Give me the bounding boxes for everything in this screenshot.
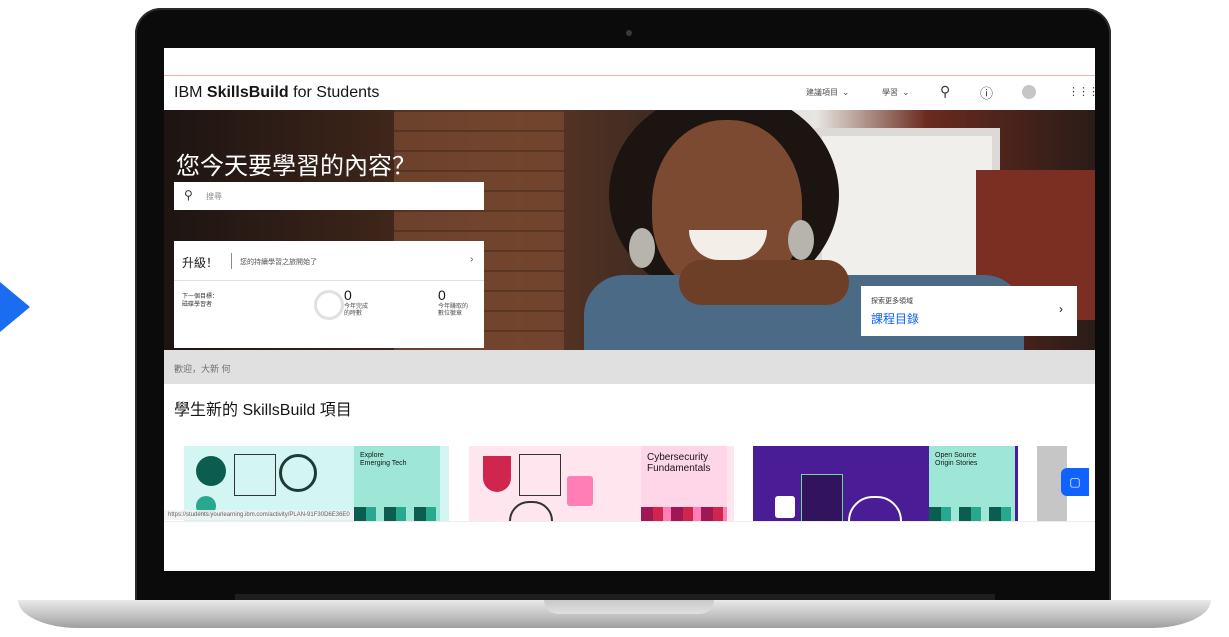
earring-right	[788, 220, 814, 260]
grid-square	[234, 454, 276, 496]
brand-name: SkillsBuild	[206, 84, 289, 101]
shield-icon	[483, 456, 511, 492]
upgrade-card[interactable]: 升級！ 您的持續學習之旅開始了 › 下一個目標： 磁碟學習者 0 今年完成 的時…	[174, 241, 484, 348]
status-bar-url: https://students.yourlearning.ibm.com/ac…	[164, 510, 354, 520]
cover-bars	[354, 507, 440, 521]
browser-screen: IBM SkillsBuild for Students 建議項目 ⌄ 學習 ⌄ ⚲…	[164, 48, 1095, 571]
hero-photo-hands	[679, 260, 849, 305]
pointer-arrow-icon	[0, 282, 30, 332]
brand-prefix: IBM	[174, 84, 203, 101]
laptop-notch	[544, 600, 714, 614]
cover-bars	[929, 507, 1015, 521]
course-tile-cybersecurity[interactable]: Cybersecurity Fundamentals	[469, 446, 734, 521]
cover-bars	[641, 507, 727, 521]
course-tile-open-source[interactable]: Open Source Origin Stories	[753, 446, 1018, 521]
chevron-down-icon: ⌄	[842, 87, 850, 97]
hours-value: 0	[344, 287, 352, 303]
catalog-link[interactable]: 課程目錄	[871, 310, 919, 327]
earring-left	[629, 228, 655, 268]
search-placeholder: 搜尋	[206, 192, 222, 201]
upgrade-subtitle: 您的持續學習之旅開始了	[240, 259, 317, 266]
progress-ring	[314, 290, 344, 320]
chat-icon[interactable]: ▢	[1061, 468, 1089, 496]
help-icon[interactable]: ⓘ	[980, 83, 993, 102]
screen-footer	[164, 521, 1095, 571]
catalog-card[interactable]: 探索更多領域 課程目錄 ›	[861, 286, 1077, 336]
nav-learn[interactable]: 學習 ⌄	[882, 87, 910, 98]
search-icon[interactable]: ⚲	[940, 83, 950, 100]
search-icon: ⚲	[184, 188, 193, 202]
hours-caption: 今年完成 的時數	[344, 304, 369, 317]
server-icon	[801, 474, 843, 521]
app-switcher-icon[interactable]: ⋮⋮⋮	[1068, 85, 1095, 98]
brand-logo[interactable]: IBM SkillsBuild for Students	[174, 84, 379, 102]
course-title: Open Source Origin Stories	[935, 452, 978, 467]
avatar[interactable]	[1022, 85, 1036, 99]
chevron-right-icon: ›	[1059, 302, 1063, 316]
grid-square	[519, 454, 561, 496]
course-cover: Open Source Origin Stories	[929, 446, 1015, 521]
chevron-right-icon[interactable]: ›	[470, 254, 473, 265]
course-cover: Explore Emerging Tech	[354, 446, 440, 521]
search-input[interactable]: ⚲ 搜尋	[174, 182, 484, 210]
next-goal-label: 下一個目標： 磁碟學習者	[182, 294, 219, 308]
globe-icon	[279, 454, 317, 492]
nav-recommended-label: 建議項目	[806, 88, 838, 97]
section-title: 學生新的 SkillsBuild 項目	[174, 402, 352, 419]
chevron-down-icon: ⌄	[902, 87, 910, 97]
nav-learn-label: 學習	[882, 88, 898, 97]
welcome-band: 歡迎，大新 何	[164, 350, 1095, 384]
catalog-label: 探索更多領域	[871, 298, 913, 305]
cloud-gear-icon	[509, 501, 553, 521]
hero-title: 您今天要學習的內容？	[176, 153, 416, 180]
nav-recommended[interactable]: 建議項目 ⌄	[806, 87, 850, 98]
course-title: Cybersecurity Fundamentals	[647, 452, 711, 474]
cloud-gear-icon	[848, 496, 902, 521]
divider	[231, 253, 232, 269]
lock-icon	[567, 476, 593, 506]
upgrade-title: 升級！	[182, 256, 219, 270]
course-cover: Cybersecurity Fundamentals	[641, 446, 727, 521]
hero-banner: 您今天要學習的內容？ ⚲ 搜尋 升級！ 您的持續學習之旅開始了 › 下一個目標：…	[164, 110, 1095, 350]
welcome-text: 歡迎，大新 何	[174, 364, 231, 374]
brand-suffix: for Students	[293, 84, 380, 101]
lock-icon	[775, 496, 795, 518]
badges-value: 0	[438, 287, 446, 303]
divider	[174, 280, 484, 281]
badges-caption: 今年賺取的 數位徽章	[438, 304, 469, 317]
webcam-icon	[626, 30, 632, 36]
head-icon	[196, 456, 226, 486]
masthead: IBM SkillsBuild for Students 建議項目 ⌄ 學習 ⌄ ⚲…	[164, 75, 1095, 111]
course-title: Explore Emerging Tech	[360, 452, 407, 467]
